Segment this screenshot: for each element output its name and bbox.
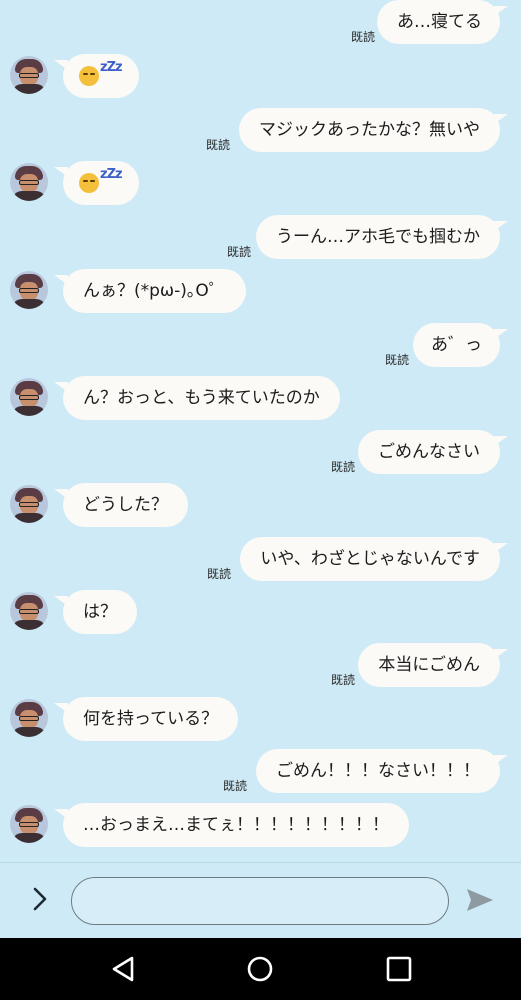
- chat-thread: 既読 あ…寝てる zZz 既読 マジックあったかな？無いや zZz 既読 うーん…: [0, 0, 521, 862]
- read-receipt: 既読: [350, 30, 375, 44]
- read-receipt: 既読: [330, 460, 355, 474]
- incoming-bubble[interactable]: ん？おっと、もう来ていたのか: [54, 376, 340, 420]
- read-receipt: 既読: [384, 353, 409, 367]
- avatar[interactable]: [10, 271, 48, 309]
- read-receipt: 既読: [206, 567, 231, 581]
- incoming-sticker-bubble[interactable]: zZz: [54, 54, 139, 98]
- back-triangle-icon[interactable]: [108, 955, 138, 983]
- outgoing-bubble[interactable]: あ…寝てる: [377, 0, 508, 44]
- sleeping-face-icon: zZz: [79, 61, 123, 91]
- incoming-bubble[interactable]: 何を持っている？: [53, 697, 239, 741]
- system-navigation-bar: [0, 938, 521, 1000]
- avatar[interactable]: [10, 699, 48, 737]
- incoming-sticker-bubble[interactable]: zZz: [54, 161, 139, 205]
- home-circle-icon[interactable]: [245, 955, 275, 983]
- sleeping-face-icon: zZz: [79, 168, 123, 198]
- message-input[interactable]: [71, 877, 449, 925]
- incoming-bubble[interactable]: は？: [54, 590, 137, 634]
- incoming-bubble[interactable]: …おっまえ…まてぇ！！！！！！！！！: [54, 803, 409, 847]
- chevron-right-icon[interactable]: [26, 885, 54, 913]
- message-composer: [0, 862, 521, 938]
- avatar[interactable]: [10, 592, 48, 630]
- outgoing-bubble[interactable]: ごめん！！！なさい！！！: [256, 749, 508, 793]
- outgoing-bubble[interactable]: ごめんなさい: [358, 430, 508, 474]
- read-receipt: 既読: [226, 245, 251, 259]
- outgoing-bubble[interactable]: 本当にごめん: [358, 643, 508, 687]
- read-receipt: 既読: [205, 138, 230, 152]
- avatar[interactable]: [10, 163, 48, 201]
- avatar[interactable]: [10, 485, 48, 523]
- read-receipt: 既読: [330, 673, 355, 687]
- avatar[interactable]: [10, 56, 48, 94]
- outgoing-bubble[interactable]: あ゛っ: [413, 323, 508, 367]
- avatar[interactable]: [10, 378, 48, 416]
- avatar[interactable]: [10, 805, 48, 843]
- outgoing-bubble[interactable]: うーん…アホ毛でも掴むか: [256, 215, 508, 259]
- outgoing-bubble[interactable]: いや、わざとじゃないんです: [240, 537, 508, 581]
- incoming-bubble[interactable]: どうした？: [54, 483, 188, 527]
- outgoing-bubble[interactable]: マジックあったかな？無いや: [239, 108, 508, 152]
- send-icon[interactable]: [465, 887, 495, 913]
- read-receipt: 既読: [222, 779, 247, 793]
- recents-square-icon[interactable]: [384, 955, 414, 983]
- incoming-bubble[interactable]: んぁ？(*pω-)｡O゜: [54, 269, 246, 313]
